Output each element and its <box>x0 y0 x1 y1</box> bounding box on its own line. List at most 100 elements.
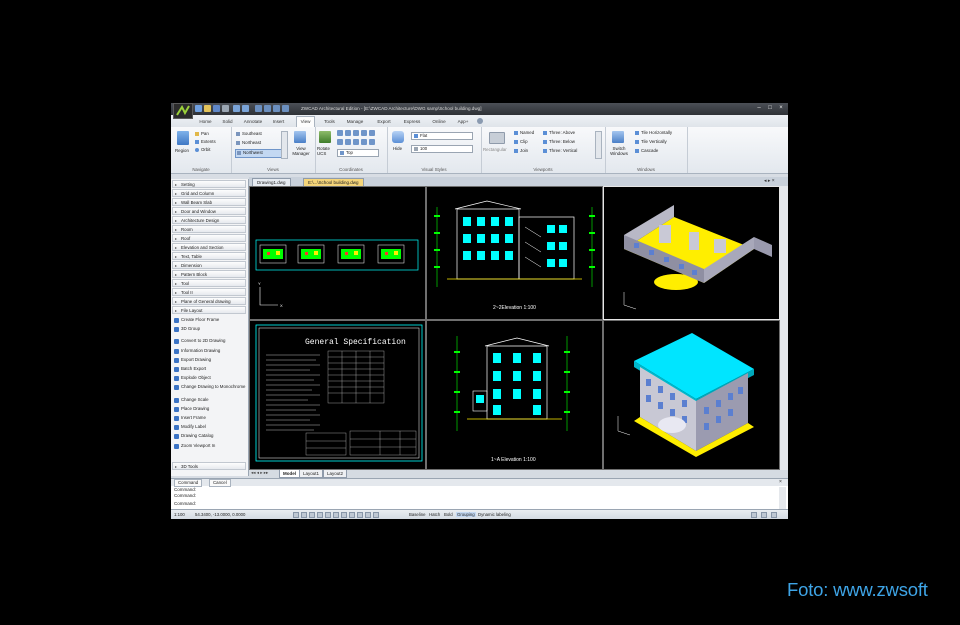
pan-button[interactable]: Pan <box>195 131 209 136</box>
command-scrollbar[interactable] <box>779 487 786 509</box>
palette-category[interactable]: Door and Window <box>172 207 246 215</box>
viewports-scroll-control[interactable] <box>595 131 602 159</box>
clip-button[interactable]: Clip <box>514 139 528 144</box>
view-manager-icon[interactable] <box>294 131 306 143</box>
tab-export[interactable]: Export <box>374 117 394 126</box>
grouping-toggle[interactable]: Grouping <box>456 512 476 517</box>
palette-category[interactable]: Setting <box>172 180 246 188</box>
ucs-tool-2-icon[interactable] <box>345 130 351 136</box>
three-above-button[interactable]: Three: Above <box>543 130 575 135</box>
palette-category[interactable]: Pattern Block <box>172 270 246 278</box>
palette-command[interactable]: Export Drawing <box>173 356 247 365</box>
redo-icon[interactable] <box>242 105 249 112</box>
three-vertical-button[interactable]: Three: Vertical <box>543 148 577 153</box>
rotate-ucs-icon[interactable] <box>319 131 331 143</box>
palette-command[interactable]: Explode Object <box>173 374 247 383</box>
viewport-specification[interactable]: General Specification <box>249 320 426 470</box>
palette-category[interactable]: Wall Beam Slab <box>172 198 246 206</box>
ucs-tool-7-icon[interactable] <box>345 139 351 145</box>
region-zoom-icon[interactable] <box>177 131 189 145</box>
palette-command[interactable]: Zoom Viewport In <box>173 442 247 451</box>
dynamic-labeling-toggle[interactable]: Dynamic labeling <box>478 512 511 517</box>
tab-tools[interactable]: Tools <box>321 117 338 126</box>
tab-express[interactable]: Express <box>401 117 423 126</box>
rectangular-viewport-icon[interactable] <box>489 132 505 144</box>
sc-icon[interactable] <box>373 512 379 518</box>
ucs-view-dropdown[interactable]: Top <box>337 149 379 157</box>
osnap-icon[interactable] <box>325 512 331 518</box>
layout-tab-layout1[interactable]: Layout1 <box>299 470 324 478</box>
model-space-icon[interactable] <box>357 512 363 518</box>
close-button[interactable]: × <box>776 104 786 113</box>
view-southeast[interactable]: Southeast <box>236 131 262 136</box>
viewport-3d-model[interactable] <box>603 186 780 320</box>
view-northeast[interactable]: Northeast <box>236 140 261 145</box>
open-file-icon[interactable] <box>204 105 211 112</box>
bold-toggle[interactable]: Bold <box>444 512 453 517</box>
three-below-button[interactable]: Three: Below <box>543 139 575 144</box>
app-logo-icon[interactable] <box>173 103 193 119</box>
views-scroll-control[interactable] <box>281 131 288 159</box>
doc-tab-nav-icon[interactable]: ◂ ▸ × <box>764 178 775 184</box>
region-button-label[interactable]: Region <box>175 148 189 153</box>
palette-category[interactable]: Roof <box>172 234 246 242</box>
tab-online[interactable]: Online <box>430 117 448 126</box>
palette-command[interactable]: Batch Export <box>173 365 247 374</box>
view-manager-button[interactable]: View Manager <box>289 146 313 156</box>
layout-tab-model[interactable]: Model <box>279 470 300 478</box>
hide-icon[interactable] <box>392 131 404 143</box>
tab-view[interactable]: View <box>296 116 315 127</box>
view-northwest[interactable]: Northwest <box>235 149 282 158</box>
vertical-scrollbar[interactable] <box>780 186 788 470</box>
ucs-tool-8-icon[interactable] <box>353 139 359 145</box>
palette-command[interactable]: 3D Group <box>173 325 247 334</box>
quick-access-2-icon[interactable] <box>264 105 271 112</box>
tab-annotate[interactable]: Annotate <box>241 117 265 126</box>
palette-category[interactable]: 3D Tools <box>172 462 246 470</box>
maximize-button[interactable]: □ <box>765 104 775 113</box>
palette-command[interactable]: Change Scale <box>173 396 247 405</box>
snap-icon[interactable] <box>293 512 299 518</box>
join-button[interactable]: Join <box>514 148 528 153</box>
palette-category[interactable]: Dimension <box>172 261 246 269</box>
palette-command[interactable]: Insert Frame <box>173 414 247 423</box>
otrack-icon[interactable] <box>333 512 339 518</box>
hide-button[interactable]: Hide <box>393 146 402 151</box>
palette-command[interactable]: Information Drawing <box>173 347 247 356</box>
palette-category[interactable]: Tool <box>172 279 246 287</box>
print-icon[interactable] <box>222 105 229 112</box>
viewport-3d-building[interactable] <box>603 320 780 470</box>
ucs-tool-10-icon[interactable] <box>369 139 375 145</box>
palette-command[interactable]: Create Floor Frame <box>173 316 247 325</box>
layout-tab-layout2[interactable]: Layout2 <box>323 470 348 478</box>
rotate-ucs-button[interactable]: Rotate UCS <box>317 146 335 156</box>
visual-value-field[interactable]: 100 <box>411 145 473 153</box>
tab-solid[interactable]: Solid <box>219 117 236 126</box>
ribbon-options-icon[interactable] <box>477 118 483 124</box>
visual-style-dropdown[interactable]: Flat <box>411 132 473 140</box>
palette-category[interactable]: Room <box>172 225 246 233</box>
command-tab[interactable]: Command <box>174 479 203 487</box>
palette-category[interactable]: File Layout <box>172 306 246 314</box>
polar-icon[interactable] <box>317 512 323 518</box>
workspace-icon[interactable] <box>751 512 757 518</box>
cascade-button[interactable]: Cascade <box>635 148 658 153</box>
scale-indicator[interactable]: 1:100 <box>174 512 185 517</box>
minimize-button[interactable]: – <box>754 104 764 113</box>
qp-icon[interactable] <box>365 512 371 518</box>
tile-horizontally-button[interactable]: Tile Horizontally <box>635 130 672 135</box>
palette-command[interactable]: Modify Label <box>173 423 247 432</box>
extents-button[interactable]: Extents <box>195 139 216 144</box>
command-close-icon[interactable]: × <box>779 479 782 485</box>
palette-category[interactable]: Architecture Design <box>172 216 246 224</box>
tab-app-plus[interactable]: App+ <box>455 117 471 126</box>
palette-category[interactable]: Tool II <box>172 288 246 296</box>
dyn-icon[interactable] <box>341 512 347 518</box>
layout-nav-icon[interactable]: ◂◂ ◂ ▸ ▸▸ <box>251 470 268 476</box>
drawing-area[interactable]: YX 2~2Elevation 1:100 General Specificat… <box>249 186 780 470</box>
ucs-tool-3-icon[interactable] <box>353 130 359 136</box>
palette-category[interactable]: Elevation and Section <box>172 243 246 251</box>
command-input-line[interactable]: Command: <box>174 501 196 506</box>
named-viewports-button[interactable]: Named <box>514 130 534 135</box>
tab-manage[interactable]: Manage <box>344 117 366 126</box>
